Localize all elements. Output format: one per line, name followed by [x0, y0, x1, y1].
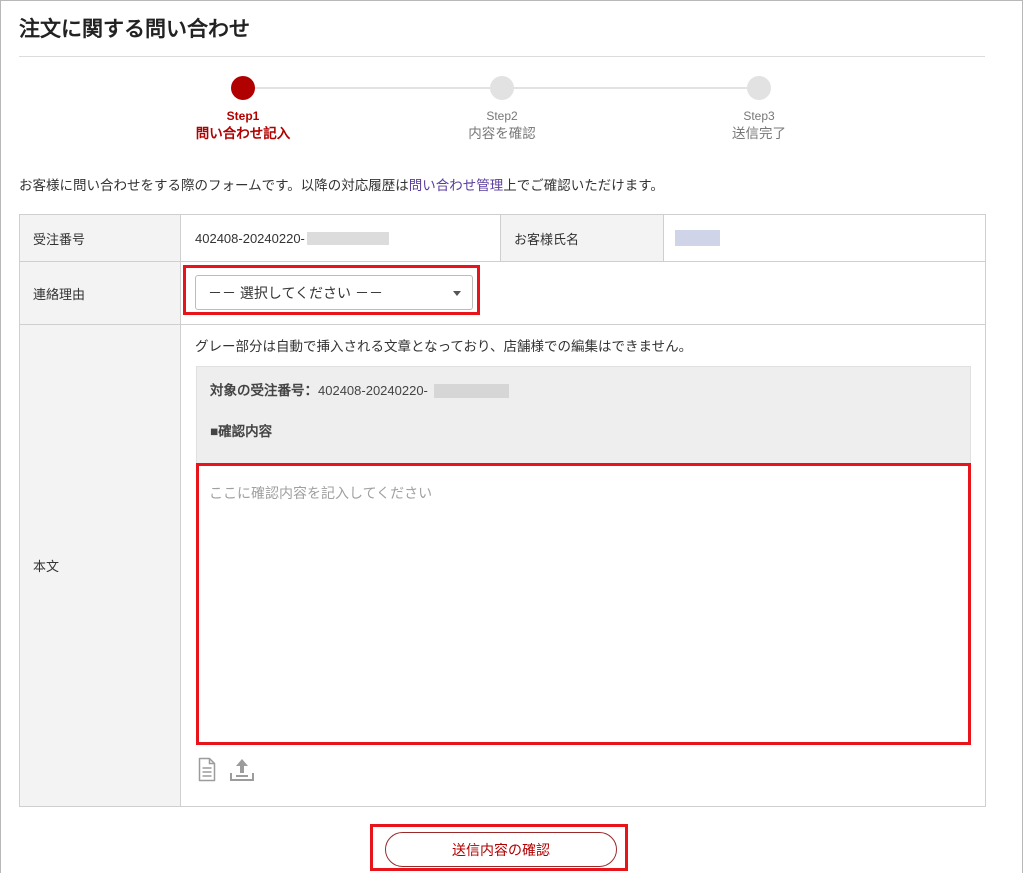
body-label: 本文 — [20, 325, 181, 807]
customer-name-cell — [664, 215, 986, 262]
contact-reason-cell: －－ 選択してください －－ — [181, 262, 986, 325]
description-text: お客様に問い合わせをする際のフォームです。以降の対応履歴は — [19, 178, 409, 193]
customer-name-label: お客様氏名 — [501, 215, 664, 262]
redacted-block — [433, 384, 509, 398]
step-indicator — [747, 76, 771, 100]
upload-icon-graphic — [230, 759, 254, 781]
step-3: Step3 送信完了 — [679, 76, 839, 144]
form-description: お客様に問い合わせをする際のフォームです。以降の対応履歴は問い合わせ管理上でご確… — [19, 177, 664, 195]
redacted-block — [306, 231, 389, 245]
fixed-section-heading: ■確認内容 — [210, 424, 273, 439]
inquiry-management-link[interactable]: 問い合わせ管理 — [409, 178, 504, 193]
inquiry-form-table: 受注番号 402408-20240220- お客様氏名 連絡理由 －－ 選択して… — [19, 214, 986, 807]
order-number-value: 402408-20240220- — [195, 230, 305, 246]
message-textarea[interactable] — [199, 466, 968, 742]
description-text-end: 上でご確認いただけます。 — [503, 178, 664, 193]
progress-stepper: Step1 問い合わせ記入 Step2 内容を確認 Step3 送信完了 — [0, 0, 1024, 150]
highlight-box — [196, 463, 971, 745]
step-1: Step1 問い合わせ記入 — [163, 76, 323, 144]
fixed-text-box: 対象の受注番号： 402408-20240220- ■確認内容 — [196, 366, 971, 465]
step-label: 送信完了 — [732, 126, 786, 141]
fixed-order-label: 対象の受注番号： — [210, 383, 318, 398]
upload-icon[interactable] — [229, 757, 255, 785]
step-label: 内容を確認 — [468, 126, 536, 141]
order-number-cell: 402408-20240220- — [181, 215, 501, 262]
order-number-label: 受注番号 — [20, 215, 181, 262]
fixed-order-line: 対象の受注番号： 402408-20240220- — [210, 382, 509, 400]
chevron-down-icon — [453, 291, 461, 296]
step-number: Step1 — [226, 109, 260, 123]
body-note: グレー部分は自動で挿入される文章となっており、店舗様での編集はできません。 — [195, 339, 693, 354]
select-value: －－ 選択してください －－ — [208, 284, 383, 301]
step-indicator — [231, 76, 255, 100]
fixed-order-value: 402408-20240220- — [318, 383, 428, 398]
step-2: Step2 内容を確認 — [422, 76, 582, 144]
step-indicator — [490, 76, 514, 100]
confirm-submission-button[interactable]: 送信内容の確認 — [385, 832, 617, 867]
contact-reason-select[interactable]: －－ 選択してください －－ — [195, 275, 473, 310]
step-number: Step2 — [486, 109, 518, 123]
page: 注文に関する問い合わせ Step1 問い合わせ記入 Step2 内容を確認 St… — [0, 0, 1024, 873]
step-label: 問い合わせ記入 — [195, 126, 291, 141]
fixed-section-line: ■確認内容 — [210, 423, 272, 441]
body-cell: グレー部分は自動で挿入される文章となっており、店舗様での編集はできません。 対象… — [181, 325, 986, 807]
document-icon-graphic — [198, 757, 216, 782]
step-number: Step3 — [743, 109, 775, 123]
document-icon[interactable] — [197, 757, 217, 785]
contact-reason-label: 連絡理由 — [20, 262, 181, 325]
redacted-name — [675, 230, 720, 246]
